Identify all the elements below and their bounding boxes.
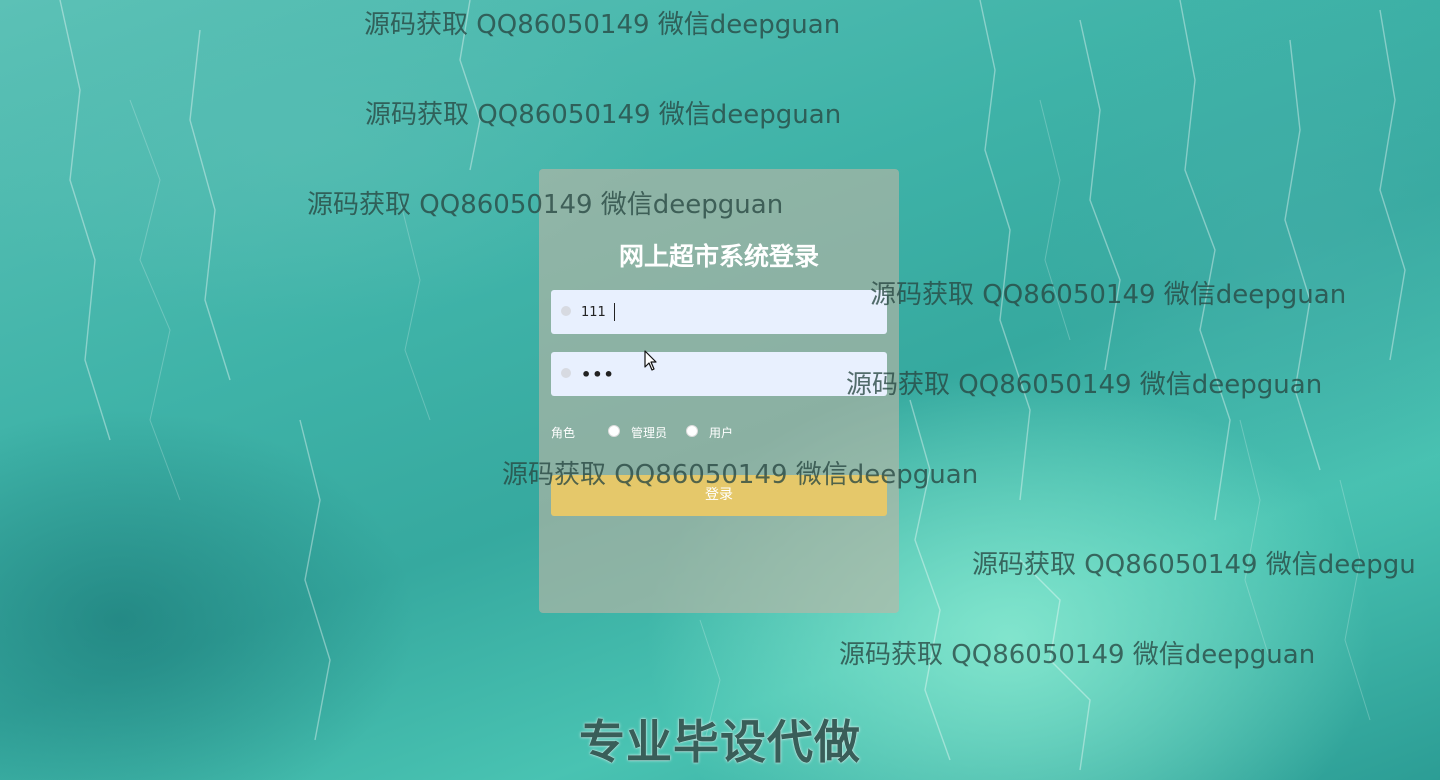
bottom-watermark: 专业毕设代做 xyxy=(579,715,861,769)
role-option-user[interactable]: 用户 xyxy=(709,424,733,441)
lock-icon xyxy=(561,368,571,378)
username-field[interactable] xyxy=(551,290,887,334)
role-label: 角色 xyxy=(551,426,576,440)
watermark-text: 源码获取 QQ86050149 微信deepguan xyxy=(365,100,842,130)
role-radio-user[interactable] xyxy=(686,425,698,437)
text-caret xyxy=(614,303,615,321)
watermark-text: 源码获取 QQ86050149 微信deepguan xyxy=(870,280,1347,310)
watermark-text: 源码获取 QQ86050149 微信deepgu xyxy=(972,550,1416,580)
watermark-text: 源码获取 QQ86050149 微信deepguan xyxy=(364,10,841,40)
login-button[interactable]: 登录 xyxy=(551,475,887,516)
login-card: 网上超市系统登录 角色 管理员 用户 登录 xyxy=(539,169,899,613)
password-input[interactable] xyxy=(581,352,871,396)
role-option-admin[interactable]: 管理员 xyxy=(631,424,667,441)
role-selector: 角色 管理员 用户 xyxy=(551,423,887,441)
user-icon xyxy=(561,306,571,316)
role-radio-admin[interactable] xyxy=(608,425,620,437)
mouse-cursor-icon xyxy=(644,350,657,371)
username-input[interactable] xyxy=(581,290,871,334)
login-title: 网上超市系统登录 xyxy=(618,242,819,271)
watermark-text: 源码获取 QQ86050149 微信deepguan xyxy=(846,370,1323,400)
watermark-text: 源码获取 QQ86050149 微信deepguan xyxy=(839,640,1316,670)
password-field[interactable] xyxy=(551,352,887,396)
